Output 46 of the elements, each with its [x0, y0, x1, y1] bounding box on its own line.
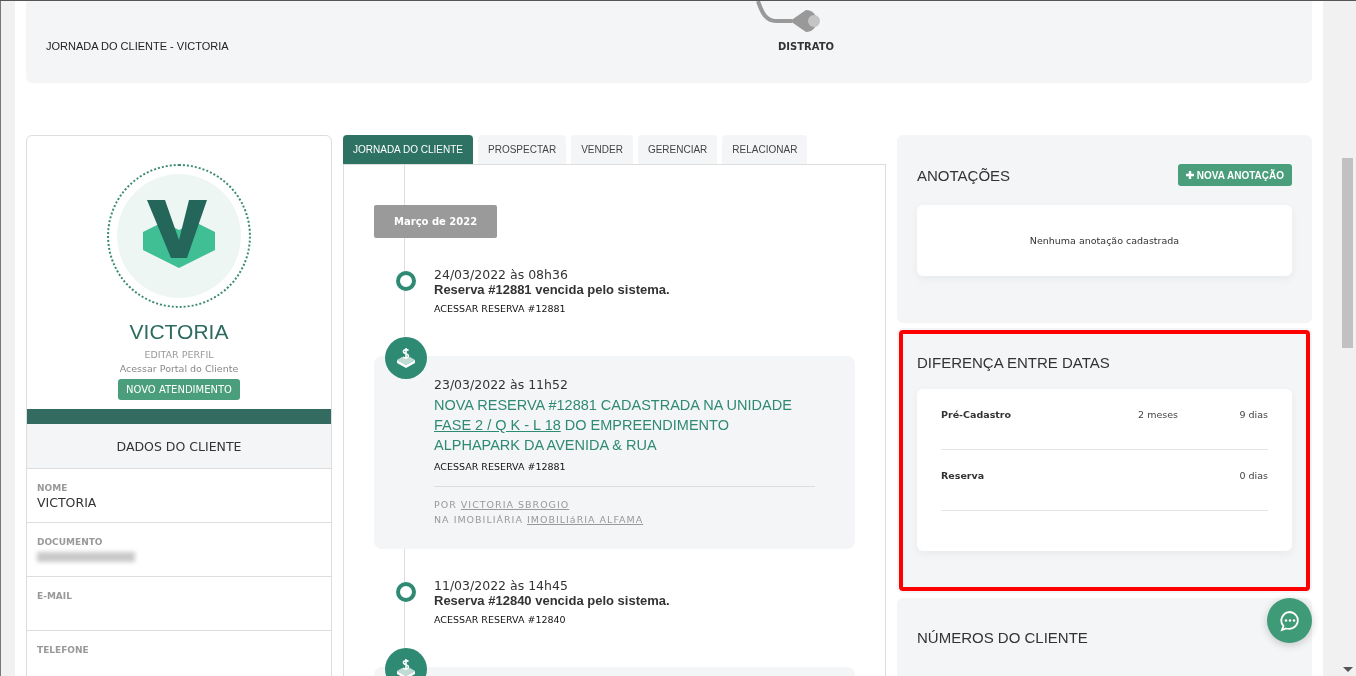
event-message: NOVA RESERVA #12881 CADASTRADA NA UNIDADE FASE 2 / Q K - L 18 DO EMPREENDIMENTO ALPHAPARK DA AVENIDA & RUA	[434, 396, 793, 455]
stage-label: Reserva	[941, 470, 986, 483]
event-datetime: 24/03/2022 às 08h36	[434, 268, 569, 282]
field-label: NOME	[37, 483, 69, 493]
field-label: E-MAIL	[37, 591, 73, 601]
unit-link[interactable]: FASE 2 / Q K - L 18	[434, 417, 561, 433]
client-portal-link[interactable]: Acessar Portal do Cliente	[119, 363, 239, 374]
new-note-button[interactable]: NOVA ANOTAÇÃO	[1177, 164, 1292, 186]
timeline-dot-icon	[396, 271, 416, 291]
chat-icon	[1278, 609, 1301, 632]
empty-message: Nenhuma anotação cadastrada	[1029, 235, 1180, 246]
reservation-link[interactable]: ACESSAR RESERVA #12881	[434, 461, 566, 472]
event-message: Reserva #12840 vencida pelo sistema.	[434, 593, 671, 608]
months-value: 2 meses	[1138, 409, 1178, 420]
tab[interactable]: PROSPECTAR	[478, 135, 567, 164]
dollar-box-icon	[397, 348, 415, 368]
field-label: DOCUMENTO	[37, 537, 104, 547]
tab[interactable]: VENDER	[571, 135, 633, 164]
stage-label: Pré-Cadastro	[941, 409, 1013, 422]
field-value: VICTORIA	[37, 495, 98, 510]
author-line: POR VICTORIA SBROGIO	[434, 498, 571, 512]
days-value: 9 dias	[1238, 409, 1268, 422]
field-label: TELEFONE	[37, 645, 90, 655]
client-name: VICTORIA	[129, 320, 229, 344]
plus-icon	[1185, 171, 1194, 179]
reservation-link[interactable]: ACESSAR RESERVA #12881	[434, 303, 566, 314]
tab[interactable]: RELACIONAR	[722, 135, 808, 164]
new-service-button[interactable]: NOVO ATENDIMENTO	[118, 379, 240, 400]
reservation-link[interactable]: ACESSAR RESERVA #12840	[434, 614, 566, 625]
edit-profile-link[interactable]: EDITAR PERFIL	[144, 349, 214, 360]
section-title: ANOTAÇÕES	[917, 166, 1011, 184]
days-value: 0 dias	[1238, 470, 1268, 483]
agency-line: NA IMOBILIÁRIA IMOBILIáRIA ALFAMA	[434, 513, 645, 527]
journey-stage-label: DISTRATO	[778, 41, 835, 52]
section-title: DADOS DO CLIENTE	[116, 438, 242, 454]
section-title: DIFERENÇA ENTRE DATAS	[917, 353, 1110, 371]
event-message: Reserva #12881 vencida pelo sistema.	[434, 282, 671, 297]
page-title: JORNADA DO CLIENTE - VICTORIA	[46, 40, 229, 52]
tab[interactable]: JORNADA DO CLIENTE	[343, 135, 474, 164]
timeline-dot-icon	[396, 582, 416, 602]
month-label: Março de 2022	[374, 205, 498, 238]
tab[interactable]: GERENCIAR	[637, 135, 718, 164]
event-datetime: 23/03/2022 às 11h52	[434, 378, 569, 392]
event-datetime: 11/03/2022 às 14h45	[434, 579, 569, 593]
section-title: NÚMEROS DO CLIENTE	[917, 629, 1088, 646]
dollar-box-icon	[397, 659, 415, 676]
